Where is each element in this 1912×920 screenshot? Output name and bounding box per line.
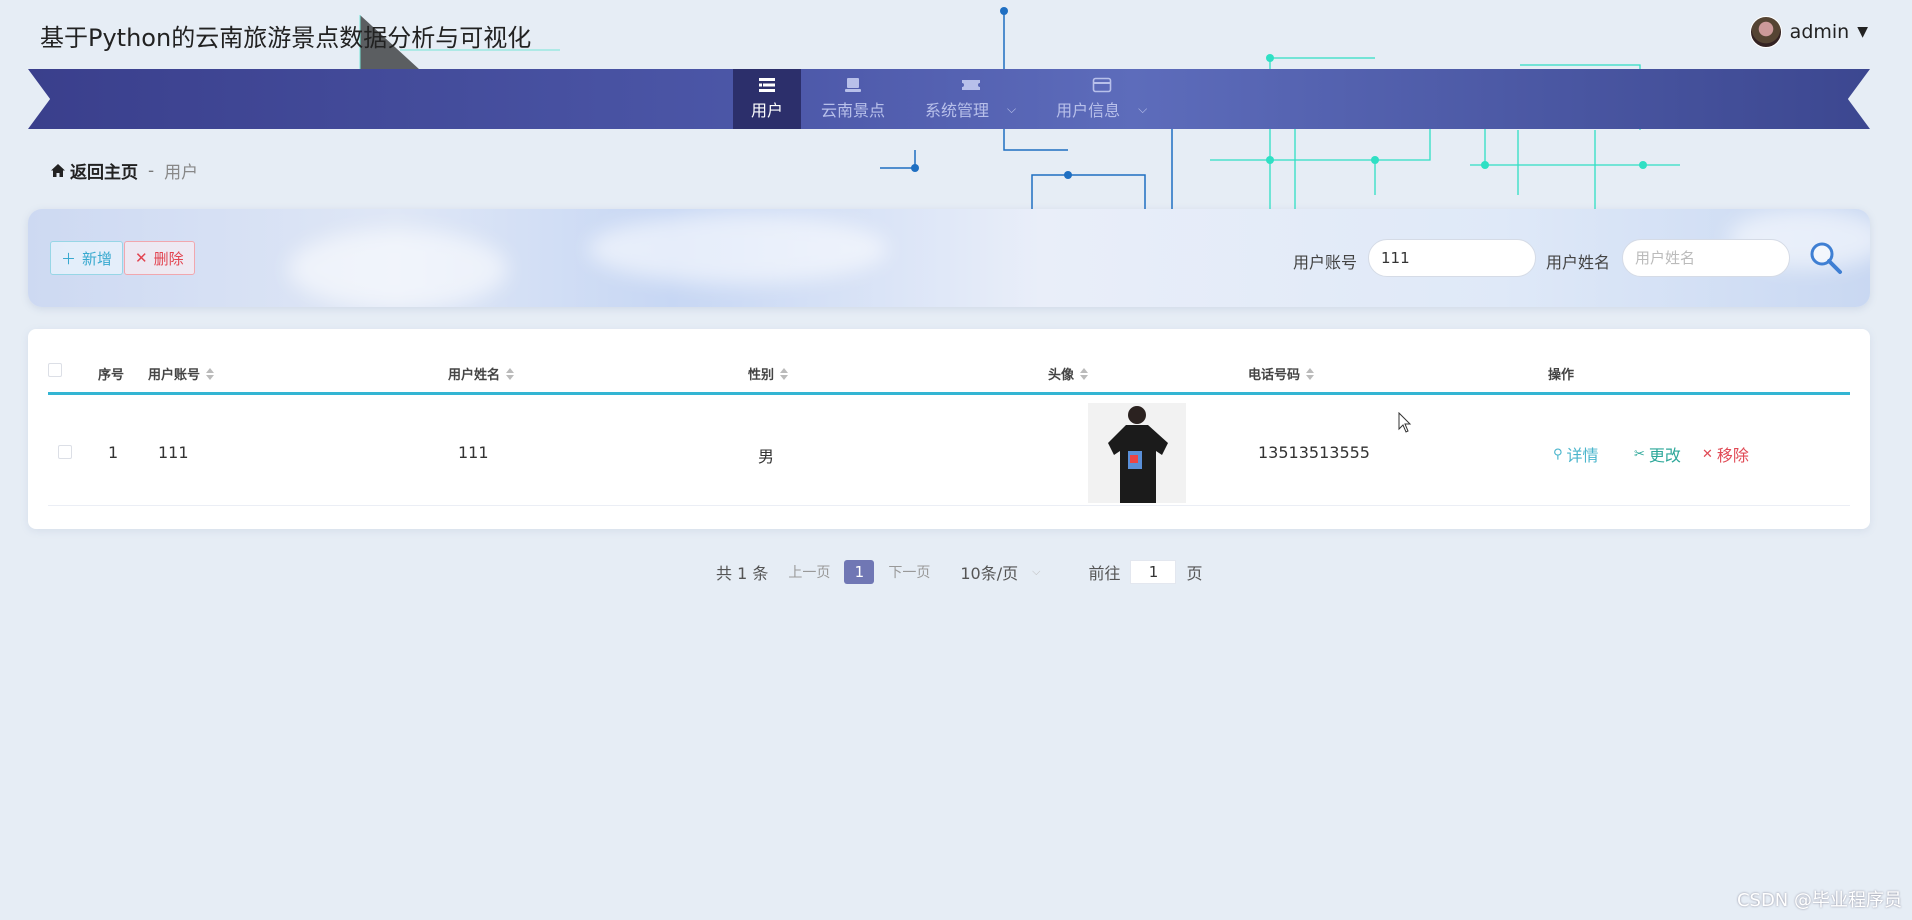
- nav-item-system-management[interactable]: 系统管理 ⌵: [905, 69, 1036, 129]
- goto-page: 前往 页: [1088, 560, 1203, 584]
- breadcrumb: 返回主页 - 用户: [50, 158, 198, 183]
- select-all-checkbox[interactable]: [48, 363, 62, 377]
- cell-account: 111: [158, 443, 189, 462]
- sort-icon[interactable]: [506, 367, 515, 380]
- username: admin: [1789, 21, 1850, 43]
- breadcrumb-home[interactable]: 返回主页: [50, 158, 138, 183]
- user-photo: [1088, 403, 1186, 503]
- breadcrumb-separator: -: [148, 160, 155, 181]
- nav-label-user-info: 用户信息: [1056, 101, 1121, 120]
- watermark: CSDN @毕业程序员: [1736, 890, 1902, 911]
- search-panel: ＋ 新增 ✕ 删除 用户账号 用户姓名: [28, 209, 1870, 307]
- next-page-button[interactable]: 下一页: [888, 562, 930, 582]
- table-header: 序号 用户账号 用户姓名 性别 头像 电话号码 操作: [48, 347, 1850, 395]
- column-actions: 操作: [1548, 368, 1575, 383]
- column-name[interactable]: 用户姓名: [448, 364, 515, 383]
- goto-suffix: 页: [1186, 564, 1203, 583]
- sort-icon[interactable]: [780, 367, 789, 380]
- caret-down-icon: ▼: [1857, 24, 1868, 40]
- chevron-down-icon: ⌵: [1007, 101, 1017, 116]
- top-nav: 用户 云南景点 系统管理 ⌵ 用户信息 ⌵: [733, 69, 1167, 129]
- nav-item-users[interactable]: 用户: [733, 69, 802, 129]
- monitor-icon: [845, 78, 862, 92]
- user-menu[interactable]: admin ▼: [1749, 16, 1868, 48]
- name-input[interactable]: [1622, 239, 1790, 277]
- cell-phone: 13513513555: [1258, 443, 1370, 462]
- edit-icon: ✂: [1634, 446, 1645, 462]
- cell-name: 111: [458, 443, 489, 462]
- cell-gender: 男: [758, 447, 775, 466]
- chevron-down-icon: ⌵: [1138, 101, 1148, 116]
- column-index: 序号: [98, 368, 125, 383]
- row-checkbox[interactable]: [58, 445, 72, 459]
- ticket-icon: [961, 80, 980, 90]
- close-icon: ✕: [135, 249, 148, 267]
- goto-page-input[interactable]: [1130, 560, 1177, 584]
- home-icon: [51, 164, 65, 177]
- breadcrumb-current: 用户: [164, 163, 199, 183]
- nav-label-scenic-spots: 云南景点: [821, 101, 886, 120]
- column-phone[interactable]: 电话号码: [1248, 364, 1315, 383]
- account-input[interactable]: [1368, 239, 1536, 277]
- pagination-total: 共 1 条: [716, 564, 769, 583]
- add-button-label: 新增: [82, 249, 113, 268]
- card-icon: [1092, 77, 1112, 93]
- table-row: 1 111 111 男 13513513555 ⚲ 详情 ✂ 更改 ✕ 移除: [48, 398, 1850, 506]
- nav-label-users: 用户: [751, 101, 784, 120]
- column-gender[interactable]: 性别: [748, 364, 789, 383]
- column-avatar[interactable]: 头像: [1048, 364, 1089, 383]
- nav-item-scenic-spots[interactable]: 云南景点: [801, 69, 905, 129]
- table-card: 序号 用户账号 用户姓名 性别 头像 电话号码 操作 1 111 111 男 1…: [28, 329, 1870, 529]
- list-icon: [759, 78, 775, 92]
- column-account[interactable]: 用户账号: [148, 364, 215, 383]
- goto-label: 前往: [1088, 564, 1121, 583]
- name-label: 用户姓名: [1546, 253, 1611, 272]
- nav-item-user-info[interactable]: 用户信息 ⌵: [1036, 69, 1167, 129]
- page-size-select[interactable]: 10条/页 ⌵: [960, 560, 1040, 584]
- user-avatar: [1749, 16, 1782, 48]
- sort-icon[interactable]: [206, 367, 215, 380]
- prev-page-button[interactable]: 上一页: [788, 562, 830, 582]
- delete-button-label: 删除: [153, 249, 184, 268]
- chevron-down-icon: ⌵: [1032, 565, 1041, 578]
- users-table: 序号 用户账号 用户姓名 性别 头像 电话号码 操作 1 111 111 男 1…: [48, 347, 1850, 509]
- sort-icon[interactable]: [1080, 367, 1089, 380]
- cloud-decoration: [588, 214, 888, 284]
- page-number-button[interactable]: 1: [844, 560, 875, 584]
- breadcrumb-home-label: 返回主页: [70, 163, 138, 183]
- plus-icon: ＋: [61, 249, 77, 268]
- sort-icon[interactable]: [1306, 367, 1315, 380]
- search-icon: ⚲: [1553, 446, 1563, 462]
- nav-label-system-management: 系统管理: [925, 101, 990, 120]
- delete-button[interactable]: ✕ 删除: [124, 241, 195, 275]
- page-size-value: 10条/页: [960, 564, 1019, 583]
- app-title: 基于Python的云南旅游景点数据分析与可视化: [40, 24, 532, 52]
- search-icon[interactable]: [1806, 239, 1846, 279]
- edit-button[interactable]: ✂ 更改: [1634, 442, 1681, 466]
- close-icon: ✕: [1702, 446, 1713, 462]
- account-label: 用户账号: [1293, 253, 1358, 272]
- detail-button[interactable]: ⚲ 详情: [1553, 442, 1599, 466]
- pagination: 共 1 条 上一页 1 下一页 10条/页 ⌵ 前往 页: [716, 560, 1203, 584]
- cloud-decoration: [288, 229, 508, 307]
- add-button[interactable]: ＋ 新增: [50, 241, 124, 275]
- mouse-cursor-icon: [1398, 412, 1412, 433]
- cell-index: 1: [108, 443, 119, 462]
- remove-button[interactable]: ✕ 移除: [1702, 442, 1749, 466]
